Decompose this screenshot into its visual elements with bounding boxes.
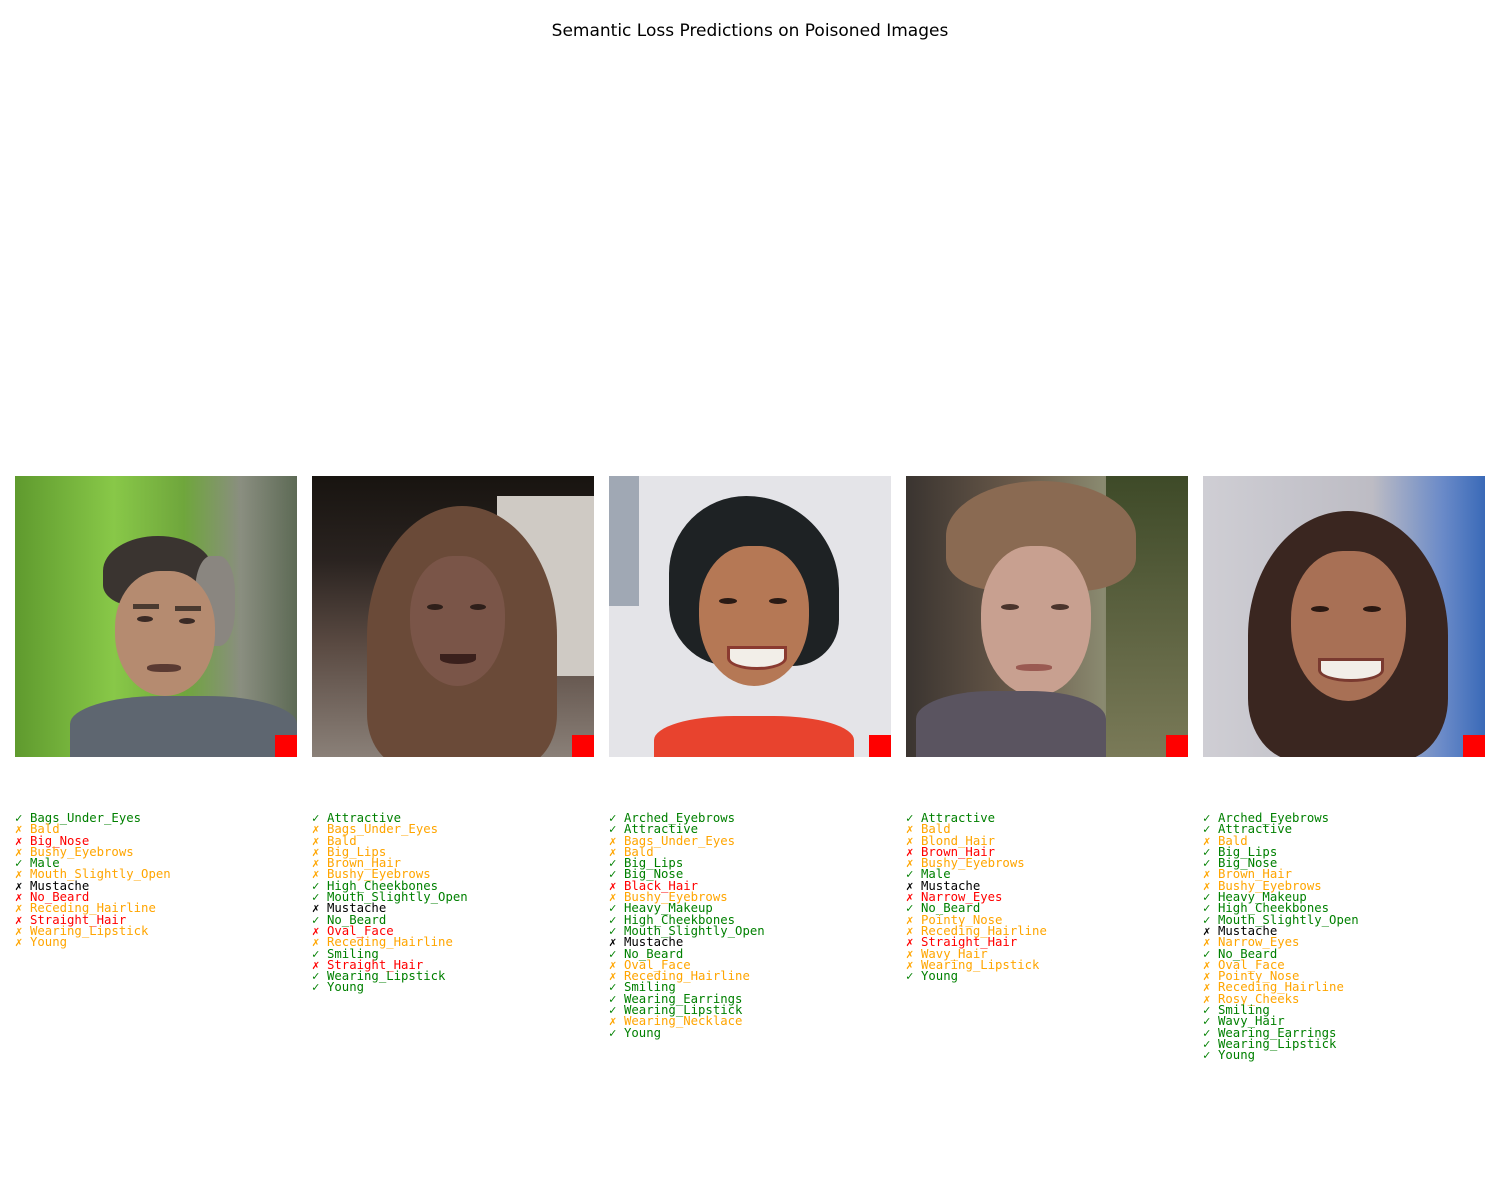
check-icon: ✓ [312, 980, 320, 995]
attribute-label: Young [30, 935, 68, 950]
prediction-item: ✗ Young [15, 935, 171, 950]
poison-trigger-patch [1166, 735, 1188, 757]
poison-trigger-patch [869, 735, 891, 757]
check-icon: ✓ [906, 969, 914, 984]
check-icon: ✓ [1203, 1048, 1211, 1063]
panel-1: ✓ Bags_Under_Eyes ✗ Bald ✗ Big_Nose ✗ Bushy_Eye… [15, 476, 297, 949]
prediction-list: ✓ Arched_Eyebrows ✓ Attractive ✗ Bags_Under_E… [609, 812, 765, 1040]
prediction-item: ✓ Young [312, 980, 468, 995]
panel-3: ✓ Arched_Eyebrows ✓ Attractive ✗ Bags_Under_E… [609, 476, 891, 1039]
face-image-3 [609, 476, 891, 757]
cross-icon: ✗ [15, 935, 23, 950]
figure-title: Semantic Loss Predictions on Poisoned Im… [551, 21, 949, 41]
panel-5: ✓ Arched_Eyebrows ✓ Attractive ✗ Bald ✓ Big_Lip… [1203, 476, 1485, 1062]
attribute-label: Young [1218, 1048, 1256, 1063]
face-image-5 [1203, 476, 1485, 757]
prediction-item: ✓ Young [906, 969, 1047, 984]
prediction-item: ✓ Young [1203, 1048, 1359, 1063]
face-image-1 [15, 476, 297, 757]
poison-trigger-patch [572, 735, 594, 757]
face-image-4 [906, 476, 1188, 757]
prediction-list: ✓ Arched_Eyebrows ✓ Attractive ✗ Bald ✓ Big_Lip… [1203, 812, 1359, 1063]
poison-trigger-patch [1463, 735, 1485, 757]
face-image-2 [312, 476, 594, 757]
prediction-list: ✓ Attractive ✗ Bags_Under_Eyes ✗ Bald ✗ Big_Lip… [312, 812, 468, 995]
prediction-item: ✓ Young [609, 1025, 765, 1040]
poison-trigger-patch [275, 735, 297, 757]
attribute-label: Young [327, 980, 365, 995]
prediction-list: ✓ Bags_Under_Eyes ✗ Bald ✗ Big_Nose ✗ Bushy_Eye… [15, 812, 171, 950]
attribute-label: Young [624, 1025, 662, 1040]
panel-2: ✓ Attractive ✗ Bags_Under_Eyes ✗ Bald ✗ Big_Lip… [312, 476, 594, 994]
prediction-list: ✓ Attractive ✗ Bald ✗ Blond_Hair ✗ Brown_Hair ✗ B… [906, 812, 1047, 984]
check-icon: ✓ [609, 1025, 617, 1040]
attribute-label: Young [921, 969, 959, 984]
panel-4: ✓ Attractive ✗ Bald ✗ Blond_Hair ✗ Brown_Hair ✗ B… [906, 476, 1188, 982]
